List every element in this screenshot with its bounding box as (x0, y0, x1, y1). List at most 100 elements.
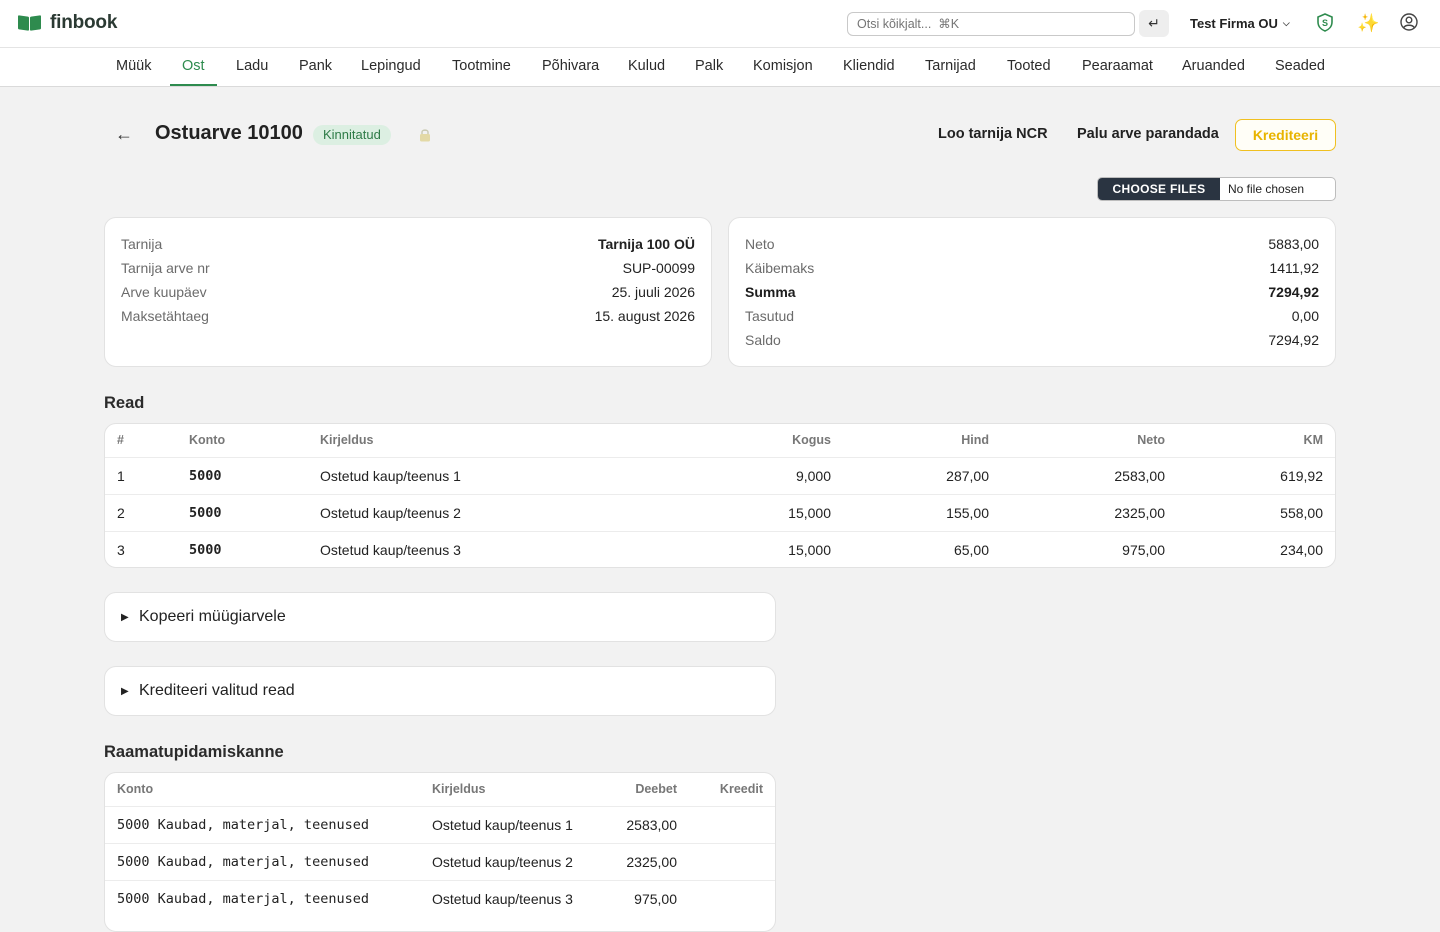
row-account: 5000 Kaubad, materjal, teenused (117, 854, 369, 870)
row-quantity: 9,000 (795, 468, 831, 484)
logo[interactable]: finbook (18, 12, 117, 34)
nav-item-kliendid[interactable]: Kliendid (831, 48, 907, 86)
row-vat: 234,00 (1280, 542, 1323, 558)
nav-item-kulud[interactable]: Kulud (616, 48, 677, 86)
choose-files-button[interactable]: CHOOSE FILES (1098, 178, 1220, 200)
row-account: 5000 Kaubad, materjal, teenused (117, 817, 369, 833)
row-num: 1 (117, 468, 125, 484)
info-row-due-date: Maksetähtaeg 15. august 2026 (121, 308, 695, 324)
journal-section-title: Raamatupidamiskanne (104, 743, 284, 761)
shield-s-icon[interactable]: S (1316, 13, 1334, 32)
info-row-invoice-date: Arve kuupäev 25. juuli 2026 (121, 284, 695, 300)
row-quantity: 15,000 (788, 505, 831, 521)
row-num: 2 (117, 505, 125, 521)
nav-item-komisjon[interactable]: Komisjon (741, 48, 825, 86)
triangle-right-icon: ▶ (121, 612, 129, 623)
nav-item-pearaamat[interactable]: Pearaamat (1070, 48, 1165, 86)
page-title: Ostuarve 10100 (155, 122, 303, 144)
logo-text: finbook (50, 12, 118, 33)
col-header-account: Konto (189, 433, 226, 447)
col-header-quantity: Kogus (792, 433, 831, 447)
top-bar: finbook ↵ Test Firma OU ⌵ S ✨ (0, 0, 1440, 48)
info-row-supplier: Tarnija Tarnija 100 OÜ (121, 236, 695, 252)
nav-item-tooted[interactable]: Tooted (995, 48, 1063, 86)
main-nav: Müük Ost Ladu Pank Lepingud Tootmine Põh… (0, 48, 1440, 87)
nav-item-tootmine[interactable]: Tootmine (440, 48, 523, 86)
credit-selected-rows-accordion[interactable]: ▶ Krediteeri valitud read (104, 666, 776, 716)
nav-item-lepingud[interactable]: Lepingud (349, 48, 433, 86)
lines-section-title: Read (104, 394, 145, 412)
row-account: 5000 Kaubad, materjal, teenused (117, 891, 369, 907)
row-net: 2325,00 (1114, 505, 1165, 521)
row-account: 5000 (189, 542, 222, 558)
total-row-sum: Summa 7294,92 (745, 284, 1319, 300)
row-net: 975,00 (1122, 542, 1165, 558)
invoice-info-card: Tarnija Tarnija 100 OÜ Tarnija arve nr SUP… (104, 217, 712, 367)
row-debit: 975,00 (634, 891, 677, 907)
nav-item-ost[interactable]: Ost (170, 48, 217, 86)
col-header-description: Kirjeldus (320, 433, 374, 447)
journal-table: Konto Kirjeldus Deebet Kreedit 5000 Kaub… (104, 772, 776, 932)
row-description: Ostetud kaup/teenus 2 (320, 505, 461, 521)
col-header-vat: KM (1303, 433, 1323, 447)
row-price: 287,00 (946, 468, 989, 484)
nav-item-seaded[interactable]: Seaded (1263, 48, 1337, 86)
row-vat: 619,92 (1280, 468, 1323, 484)
nav-item-ladu[interactable]: Ladu (224, 48, 280, 86)
row-description: Ostetud kaup/teenus 2 (432, 854, 573, 870)
request-invoice-fix-button[interactable]: Palu arve parandada (1077, 126, 1219, 142)
accordion-label: Kopeeri müügiarvele (139, 608, 286, 625)
row-debit: 2325,00 (626, 854, 677, 870)
nav-item-pank[interactable]: Pank (287, 48, 344, 86)
row-debit: 2583,00 (626, 817, 677, 833)
nav-item-palk[interactable]: Palk (683, 48, 735, 86)
nav-item-aruanded[interactable]: Aruanded (1170, 48, 1257, 86)
table-row[interactable]: 2 5000 Ostetud kaup/teenus 2 15,000 155,… (105, 494, 1335, 531)
row-vat: 558,00 (1280, 505, 1323, 521)
lock-icon (420, 129, 430, 142)
user-circle-icon[interactable] (1400, 13, 1418, 31)
company-selector[interactable]: Test Firma OU ⌵ (1190, 16, 1290, 31)
copy-to-sales-invoice-accordion[interactable]: ▶ Kopeeri müügiarvele (104, 592, 776, 642)
col-header-account: Konto (117, 782, 154, 796)
total-row-balance: Saldo 7294,92 (745, 332, 1319, 348)
table-row[interactable]: 5000 Kaubad, materjal, teenused Ostetud … (105, 843, 775, 880)
back-button[interactable]: ← (115, 124, 133, 145)
nav-item-muuk[interactable]: Müük (104, 48, 163, 86)
total-row-net: Neto 5883,00 (745, 236, 1319, 252)
credit-invoice-button[interactable]: Krediteeri (1235, 119, 1336, 151)
col-header-debit: Deebet (635, 782, 677, 796)
file-status-text: No file chosen (1228, 182, 1305, 196)
row-net: 2583,00 (1114, 468, 1165, 484)
total-row-paid: Tasutud 0,00 (745, 308, 1319, 324)
company-name: Test Firma OU (1190, 16, 1278, 31)
total-row-vat: Käibemaks 1411,92 (745, 260, 1319, 276)
global-search-input[interactable] (847, 12, 1135, 36)
svg-text:S: S (1322, 18, 1328, 28)
totals-card: Neto 5883,00 Käibemaks 1411,92 Summa 7294,9… (728, 217, 1336, 367)
row-price: 65,00 (953, 542, 989, 558)
row-num: 3 (117, 542, 125, 558)
create-supplier-ncr-button[interactable]: Loo tarnija NCR (938, 126, 1048, 142)
col-header-price: Hind (961, 433, 989, 447)
sparkle-icon[interactable]: ✨ (1357, 13, 1379, 33)
lines-table: # Konto Kirjeldus Kogus Hind Neto KM 1 5… (104, 423, 1336, 568)
table-row[interactable]: 1 5000 Ostetud kaup/teenus 1 9,000 287,0… (105, 457, 1335, 494)
search-submit-button[interactable]: ↵ (1139, 10, 1169, 37)
triangle-right-icon: ▶ (121, 686, 129, 697)
enter-icon: ↵ (1148, 15, 1160, 31)
info-row-supplier-invoice-no: Tarnija arve nr SUP-00099 (121, 260, 695, 276)
table-row[interactable]: 5000 Kaubad, materjal, teenused Ostetud … (105, 806, 775, 843)
row-description: Ostetud kaup/teenus 1 (432, 817, 573, 833)
file-upload[interactable]: CHOOSE FILES No file chosen (1097, 177, 1336, 201)
nav-item-pohivara[interactable]: Põhivara (530, 48, 611, 86)
row-account: 5000 (189, 505, 222, 521)
accordion-label: Krediteeri valitud read (139, 682, 295, 699)
chevron-down-icon: ⌵ (1282, 18, 1290, 28)
table-row[interactable]: 5000 Kaubad, materjal, teenused Ostetud … (105, 880, 775, 917)
nav-item-tarnijad[interactable]: Tarnijad (913, 48, 988, 86)
row-description: Ostetud kaup/teenus 3 (432, 891, 573, 907)
col-header-credit: Kreedit (719, 782, 763, 796)
row-quantity: 15,000 (788, 542, 831, 558)
table-row[interactable]: 3 5000 Ostetud kaup/teenus 3 15,000 65,0… (105, 531, 1335, 568)
